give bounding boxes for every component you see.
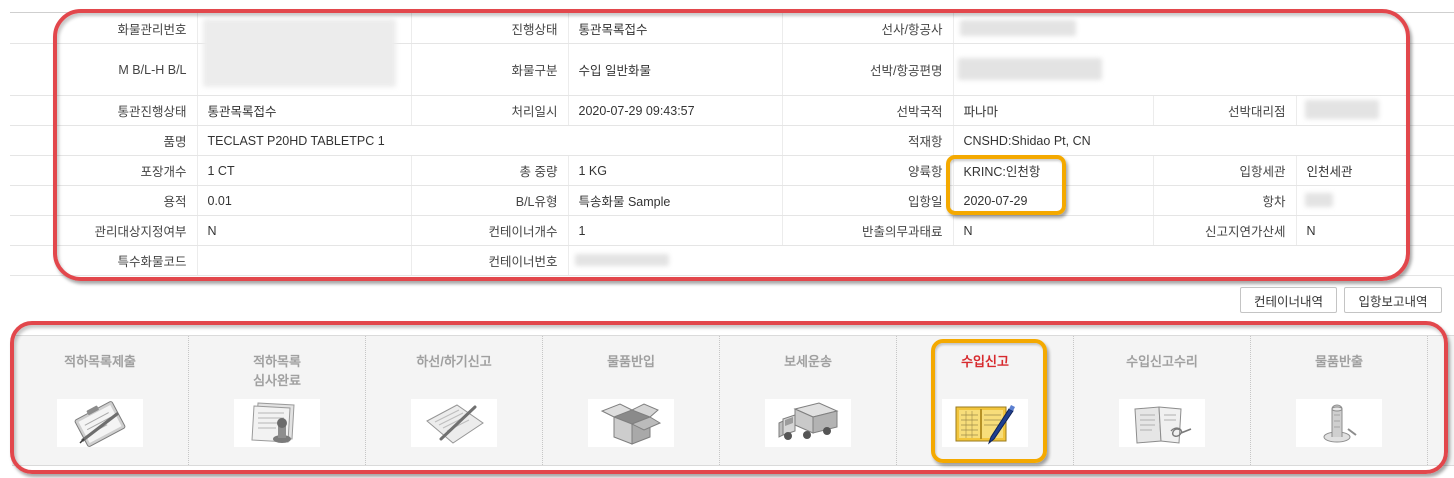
label-voyage: 항차 (1152, 185, 1296, 216)
table-row: 관리대상지정여부 N 컨테이너개수 1 반출의무과태료 N 신고지연가산세 N (10, 215, 1454, 246)
value-late-report-surcharge: N (1295, 215, 1454, 246)
value-volume: 0.01 (196, 185, 411, 216)
stamp-icon (1296, 399, 1382, 447)
step-unloading-report: 하선/하기신고 (366, 336, 543, 465)
value-container-no (567, 245, 1454, 276)
arrival-report-button[interactable]: 입항보고내역 (1344, 287, 1442, 313)
value-progress-status: 통관목록접수 (567, 12, 782, 44)
step-bonded-transport: 보세운송 (720, 336, 897, 465)
cargo-tracking-view: 화물관리번호 진행상태 통관목록접수 선사/항공사 M B/L-H B/L 화물… (0, 0, 1454, 478)
step-goods-release: 물품반출 (1251, 336, 1428, 465)
value-package-count: 1 CT (196, 155, 411, 186)
value-entry-customs: 인천세관 (1295, 155, 1454, 186)
step-label: 보세운송 (784, 354, 832, 369)
label-entry-customs: 입항세관 (1152, 155, 1296, 186)
value-managed-target: N (196, 215, 411, 246)
redacted-value (1305, 100, 1379, 119)
truck-icon (765, 399, 851, 447)
label-bl-type: B/L유형 (410, 185, 568, 216)
step-import-acceptance: 수입신고수리 (1074, 336, 1251, 465)
redacted-value (960, 20, 1076, 36)
step-manifest-review-complete: 적하목록 심사완료 (189, 336, 366, 465)
redacted-value (575, 254, 669, 266)
label-release-penalty: 반출의무과태료 (781, 215, 953, 246)
label-carrier: 선사/항공사 (781, 12, 953, 44)
label-progress-status: 진행상태 (410, 12, 568, 44)
value-arrival-date: 2020-07-29 (952, 185, 1153, 216)
step-label: 하선/하기신고 (416, 354, 492, 369)
table-row: 특수화물코드 컨테이너번호 (10, 245, 1454, 276)
table-row: 포장개수 1 CT 총 중량 1 KG 양륙항 KRINC:인천항 입항세관 인… (10, 155, 1454, 186)
step-label: 적하목록 심사완료 (253, 354, 301, 388)
value-processed-at: 2020-07-29 09:43:57 (567, 95, 782, 126)
notebook-pen-icon (942, 399, 1028, 447)
progress-steps: 적하목록제출 적하목록 심사완료 하선/하기신고 물품반입 보세운송 수입신고 … (12, 335, 1454, 466)
label-container-no: 컨테이너번호 (410, 245, 568, 276)
clipboard-pen-icon (57, 399, 143, 447)
value-clearance-status: 통관목록접수 (196, 95, 411, 126)
table-row: 통관진행상태 통관목록접수 처리일시 2020-07-29 09:43:57 선… (10, 95, 1454, 126)
label-special-cargo-code: 특수화물코드 (10, 245, 197, 276)
label-vessel-nationality: 선박국적 (781, 95, 953, 126)
label-loading-port: 적재항 (781, 125, 953, 156)
value-bl-type: 특송화물 Sample (567, 185, 782, 216)
pen-paper-icon (411, 399, 497, 447)
step-label: 물품반입 (607, 354, 655, 369)
label-shipping-agent: 선박대리점 (1152, 95, 1296, 126)
value-loading-port: CNSHD:Shidao Pt, CN (952, 125, 1454, 156)
table-row: 용적 0.01 B/L유형 특송화물 Sample 입항일 2020-07-29… (10, 185, 1454, 216)
step-label: 수입신고수리 (1126, 354, 1198, 369)
step-goods-entry: 물품반입 (543, 336, 720, 465)
step-label: 물품반출 (1315, 354, 1363, 369)
label-managed-target: 관리대상지정여부 (10, 215, 197, 246)
step-label: 적하목록제출 (64, 354, 136, 369)
label-package-count: 포장개수 (10, 155, 197, 186)
step-manifest-submit: 적하목록제출 (12, 336, 189, 465)
container-history-button[interactable]: 컨테이너내역 (1240, 287, 1337, 313)
label-processed-at: 처리일시 (410, 95, 568, 126)
stamp-document-icon (234, 399, 320, 447)
step-label: 수입신고 (961, 354, 1009, 369)
value-special-cargo-code (196, 245, 411, 276)
value-container-count: 1 (567, 215, 782, 246)
label-item-name: 품명 (10, 125, 197, 156)
value-item-name: TECLAST P20HD TABLETPC 1 (196, 125, 782, 156)
value-gross-weight: 1 KG (567, 155, 782, 186)
redacted-value (203, 19, 396, 87)
label-container-count: 컨테이너개수 (410, 215, 568, 246)
value-release-penalty: N (952, 215, 1153, 246)
box-icon (588, 399, 674, 447)
document-stamp-icon (1119, 399, 1205, 447)
value-discharge-port: KRINC:인천항 (952, 155, 1153, 186)
label-cargo-mgmt-no: 화물관리번호 (10, 12, 197, 44)
label-late-report-surcharge: 신고지연가산세 (1152, 215, 1296, 246)
label-vessel-flight: 선박/항공편명 (781, 43, 953, 96)
label-volume: 용적 (10, 185, 197, 216)
label-discharge-port: 양륙항 (781, 155, 953, 186)
label-clearance-status: 통관진행상태 (10, 95, 197, 126)
value-cargo-type: 수입 일반화물 (567, 43, 782, 96)
label-cargo-type: 화물구분 (410, 43, 568, 96)
label-arrival-date: 입항일 (781, 185, 953, 216)
label-gross-weight: 총 중량 (410, 155, 568, 186)
step-import-declaration: 수입신고 (897, 336, 1074, 465)
redacted-value (958, 58, 1102, 80)
label-mbl-hbl: M B/L-H B/L (10, 43, 197, 96)
value-vessel-nationality: 파나마 (952, 95, 1153, 126)
table-row: 품명 TECLAST P20HD TABLETPC 1 적재항 CNSHD:Sh… (10, 125, 1454, 156)
redacted-value (1305, 193, 1333, 207)
